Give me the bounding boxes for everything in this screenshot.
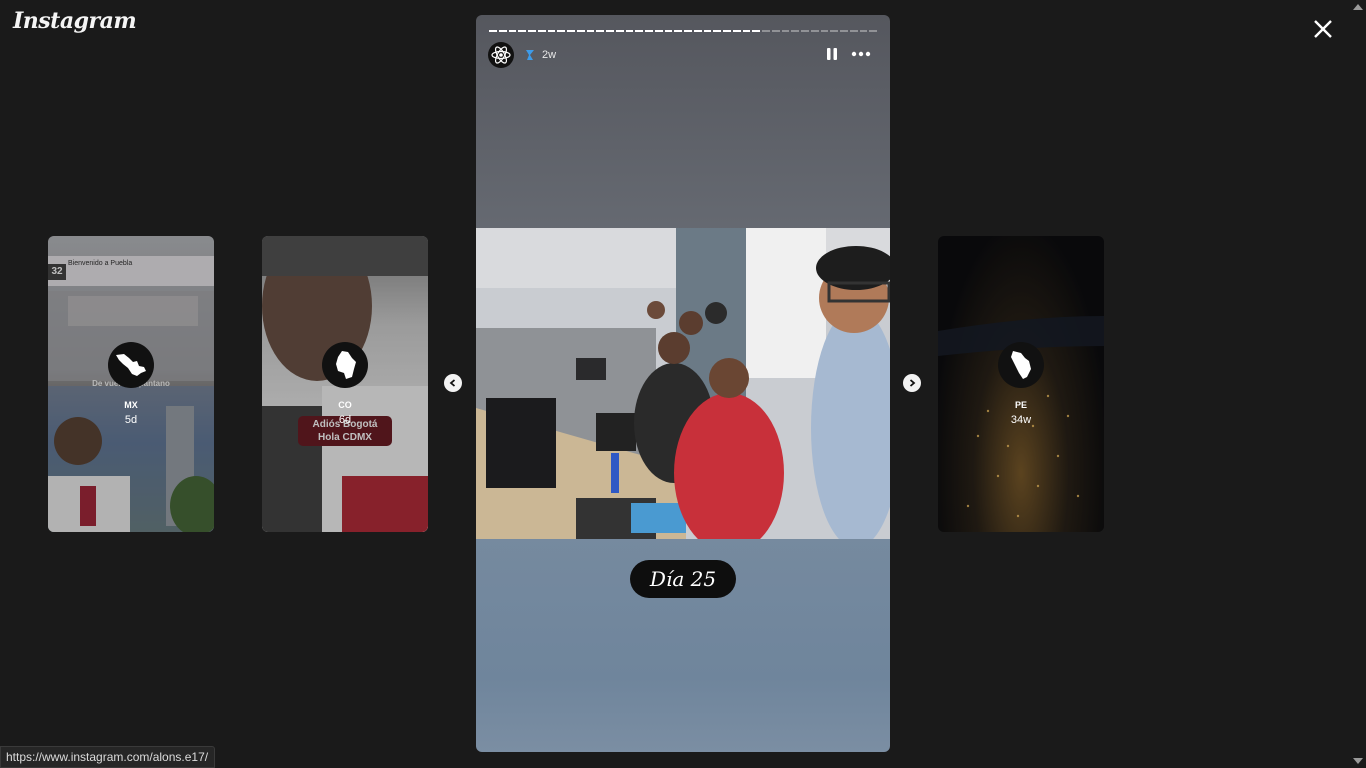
- preview-time: 34w: [1010, 414, 1032, 426]
- progress-segment: [859, 30, 868, 32]
- avatar: [108, 342, 154, 388]
- more-options-icon: [851, 51, 871, 57]
- progress-segment: [840, 30, 848, 32]
- progress-segment: [615, 30, 624, 32]
- story-caption: Día 25: [630, 560, 736, 598]
- pause-button[interactable]: [824, 46, 840, 67]
- secondary-avatar[interactable]: [524, 48, 536, 67]
- progress-segment: [742, 30, 751, 32]
- story-preview-mx[interactable]: Bienvenido a Puebla 32 De vuelta al pant…: [48, 236, 214, 532]
- progress-segment: [576, 30, 585, 32]
- progress-segment: [684, 30, 692, 32]
- progress-segment: [674, 30, 682, 32]
- story-time: 2w: [542, 49, 557, 61]
- story-progress: [489, 30, 877, 32]
- progress-segment: [713, 30, 721, 32]
- close-button[interactable]: [1308, 14, 1338, 44]
- preview-username: MX: [124, 400, 138, 410]
- story-photo: [476, 228, 890, 539]
- progress-segment: [596, 30, 604, 32]
- instagram-logo[interactable]: Instagram: [13, 8, 137, 34]
- mexico-map-icon: [116, 354, 146, 376]
- story-viewer[interactable]: 2w Día 25: [476, 15, 890, 752]
- progress-segment: [654, 30, 663, 32]
- progress-segment: [586, 30, 595, 32]
- progress-segment: [732, 30, 741, 32]
- chevron-right-icon: [909, 379, 916, 387]
- pause-icon: [827, 48, 837, 60]
- progress-segment: [830, 30, 838, 32]
- more-options-button[interactable]: [850, 46, 872, 67]
- bird-icon: [526, 50, 534, 60]
- progress-segment: [557, 30, 565, 32]
- atom-icon: [491, 46, 511, 64]
- progress-segment: [537, 30, 546, 32]
- avatar: [322, 342, 368, 388]
- progress-segment: [635, 30, 643, 32]
- progress-segment: [810, 30, 819, 32]
- next-story-button[interactable]: [903, 374, 921, 392]
- status-bar-url: https://www.instagram.com/alons.e17/: [0, 746, 216, 768]
- scrollbar[interactable]: [1350, 0, 1366, 768]
- scroll-down-arrow[interactable]: [1353, 758, 1363, 764]
- progress-segment: [820, 30, 829, 32]
- progress-segment: [625, 30, 634, 32]
- colombia-map-icon: [336, 351, 356, 379]
- progress-segment: [781, 30, 790, 32]
- progress-segment: [498, 30, 507, 32]
- progress-segment: [508, 30, 517, 32]
- progress-segment: [645, 30, 653, 32]
- progress-segment: [723, 30, 731, 32]
- progress-segment: [664, 30, 673, 32]
- story-avatar[interactable]: [488, 42, 514, 68]
- progress-segment: [801, 30, 809, 32]
- progress-segment: [849, 30, 858, 32]
- progress-segment: [693, 30, 702, 32]
- close-icon: [1314, 20, 1332, 38]
- avatar: [998, 342, 1044, 388]
- preview-time: 5d: [124, 414, 138, 426]
- progress-segment: [771, 30, 780, 32]
- progress-segment: [518, 30, 526, 32]
- progress-segment: [489, 30, 497, 32]
- progress-segment: [703, 30, 712, 32]
- story-preview-pe[interactable]: PE 34w: [938, 236, 1104, 532]
- progress-segment: [762, 30, 770, 32]
- story-preview-co[interactable]: Adiós Bogotá Hola CDMX CO 6d: [262, 236, 428, 532]
- progress-segment: [606, 30, 614, 32]
- peru-map-icon: [1011, 351, 1031, 379]
- progress-segment: [547, 30, 556, 32]
- scroll-up-arrow[interactable]: [1353, 4, 1363, 10]
- chevron-left-icon: [449, 379, 456, 387]
- progress-segment: [567, 30, 575, 32]
- progress-segment: [528, 30, 536, 32]
- previous-story-button[interactable]: [444, 374, 462, 392]
- preview-time: 6d: [338, 414, 352, 426]
- preview-username: CO: [338, 400, 352, 410]
- preview-username: PE: [1014, 400, 1027, 410]
- progress-segment: [869, 30, 877, 32]
- progress-segment: [791, 30, 799, 32]
- progress-segment: [752, 30, 760, 32]
